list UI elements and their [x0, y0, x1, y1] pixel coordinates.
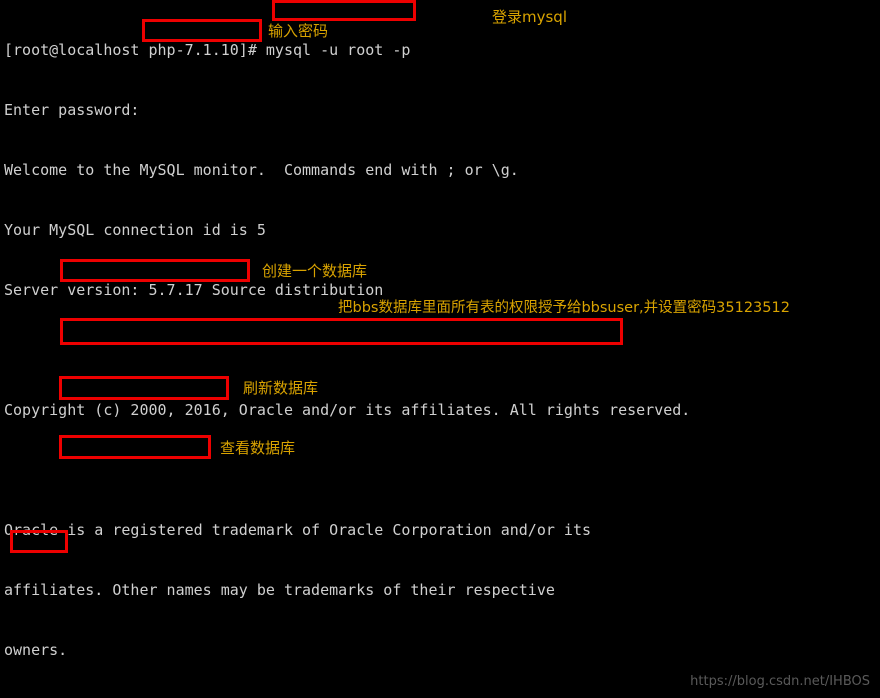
annotation-enter-password: 输入密码: [268, 22, 329, 40]
annotation-login-mysql: 登录mysql: [492, 8, 567, 26]
watermark: https://blog.csdn.net/IHBOS: [690, 674, 870, 689]
terminal-line: Your MySQL connection id is 5: [4, 221, 266, 239]
terminal-line: Welcome to the MySQL monitor. Commands e…: [4, 161, 519, 179]
terminal-window[interactable]: [root@localhost php-7.1.10]# mysql -u ro…: [0, 0, 880, 698]
terminal-line: Server version: 5.7.17 Source distributi…: [4, 281, 384, 299]
annotation-create-database: 创建一个数据库: [262, 262, 368, 280]
terminal-line: Oracle is a registered trademark of Orac…: [4, 521, 591, 539]
annotation-view-database: 查看数据库: [220, 439, 296, 457]
terminal-line: affiliates. Other names may be trademark…: [4, 581, 555, 599]
terminal-line: owners.: [4, 641, 68, 659]
annotation-grant-privileges: 把bbs数据库里面所有表的权限授予给bbsuser,并设置密码35123512: [338, 300, 790, 316]
terminal-output: [root@localhost php-7.1.10]# mysql -u ro…: [4, 0, 708, 698]
annotation-flush-database: 刷新数据库: [243, 379, 319, 397]
terminal-line: Copyright (c) 2000, 2016, Oracle and/or …: [4, 401, 691, 419]
terminal-line: Enter password:: [4, 101, 140, 119]
terminal-line: [root@localhost php-7.1.10]# mysql -u ro…: [4, 41, 411, 59]
